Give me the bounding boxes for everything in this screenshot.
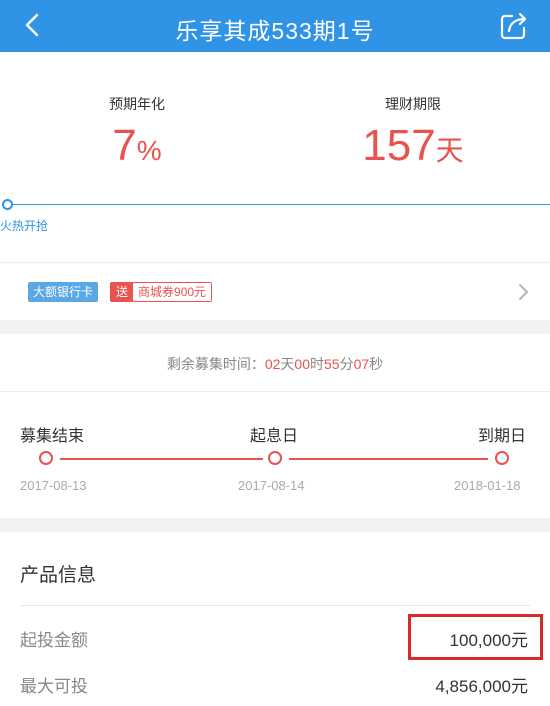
gift-tag-prefix: 送	[111, 283, 134, 301]
sales-progress-label: 火热开抢	[0, 219, 49, 233]
rates-panel: 预期年化 7% 理财期限 157天 火热开抢	[0, 52, 550, 262]
countdown-seconds: 07	[353, 356, 370, 372]
timeline-date-maturity: 2018-01-18	[454, 478, 521, 493]
bank-card-tag: 大额银行卡	[28, 282, 99, 302]
investment-term-value: 157天	[303, 122, 523, 180]
countdown-hours: 00	[294, 356, 310, 372]
countdown-minutes: 55	[324, 356, 340, 372]
expected-yield-number: 7	[112, 121, 137, 170]
sales-progress-track	[5, 204, 550, 205]
expected-yield-value: 7%	[27, 122, 247, 180]
chevron-right-icon[interactable]	[516, 283, 530, 301]
countdown-minutes-unit: 分	[339, 356, 354, 372]
page-title: 乐享其成533期1号	[175, 18, 375, 44]
timeline-date-interest-start: 2017-08-14	[238, 478, 305, 493]
schedule-card: 剩余募集时间：02天00时55分07秒 募集结束 起息日 到期日 2017-08…	[0, 334, 550, 518]
max-investment-label: 最大可投	[20, 677, 88, 696]
promotions-row[interactable]: 大额银行卡 送 商城券900元	[0, 262, 550, 320]
countdown-seconds-unit: 秒	[369, 356, 384, 372]
timeline-label-fundraising-end: 募集结束	[20, 428, 85, 445]
timeline-segment	[289, 458, 488, 460]
section-divider	[0, 391, 550, 392]
timeline-node	[268, 451, 282, 465]
countdown-days: 02	[264, 356, 281, 372]
timeline-node	[495, 451, 509, 465]
timeline-segment	[60, 458, 263, 460]
product-info-title: 产品信息	[20, 565, 97, 586]
highlight-annotation-box	[408, 614, 543, 660]
section-divider	[20, 605, 530, 606]
expected-yield: 预期年化 7%	[27, 94, 247, 180]
expected-yield-unit: %	[136, 135, 162, 166]
product-info-card: 产品信息 起投金额 100,000元 最大可投 4,856,000元	[0, 532, 550, 706]
sales-progress-marker	[2, 199, 13, 210]
expected-yield-label: 预期年化	[109, 96, 165, 112]
timeline-label-maturity: 到期日	[478, 428, 527, 445]
max-investment-value: 4,856,000元	[435, 677, 528, 696]
investment-term-label: 理财期限	[385, 96, 441, 112]
investment-term: 理财期限 157天	[303, 94, 523, 180]
gift-tag: 送 商城券900元	[110, 282, 213, 302]
investment-term-number: 157	[362, 121, 436, 170]
gift-tag-text: 商城券900元	[133, 283, 212, 301]
countdown-days-unit: 天	[280, 356, 295, 372]
min-investment-label: 起投金额	[20, 631, 88, 650]
timeline-date-fundraising-end: 2017-08-13	[20, 478, 87, 493]
countdown-hours-unit: 时	[310, 356, 324, 372]
countdown-prefix: 剩余募集时间：	[166, 356, 265, 372]
app-header: 乐享其成533期1号	[0, 0, 550, 52]
timeline-label-interest-start: 起息日	[250, 428, 299, 445]
fundraising-countdown: 剩余募集时间：02天00时55分07秒	[0, 354, 550, 374]
investment-term-unit: 天	[435, 135, 464, 166]
timeline-node	[39, 451, 53, 465]
share-icon[interactable]	[498, 10, 530, 42]
